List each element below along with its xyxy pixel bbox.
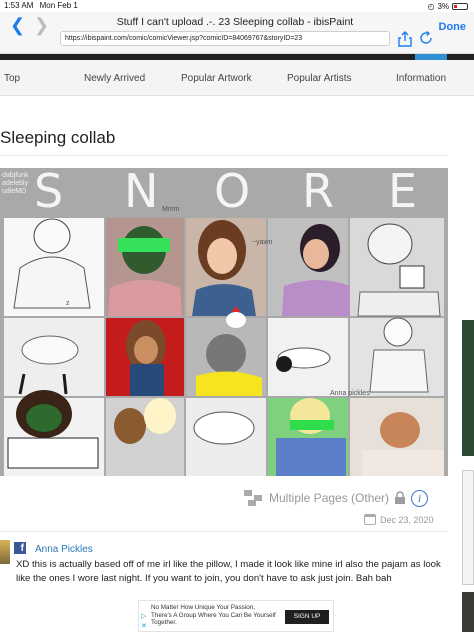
site-nav: Top Newly Arrived Popular Artwork Popula… xyxy=(0,60,474,96)
browser-toolbar: ❮ ❯ Stuff I can't upload .-. 23 Sleeping… xyxy=(0,12,474,54)
page-title: Stuff I can't upload .-. 23 Sleeping col… xyxy=(116,16,354,28)
nav-popular-artwork[interactable]: Popular Artwork xyxy=(181,73,252,84)
comment-text: XD this is actually based off of me irl … xyxy=(16,559,441,585)
divider xyxy=(0,155,448,156)
status-bar: 1:53 AM Mon Feb 1 ◴ 3% xyxy=(0,0,474,12)
nav-newly-arrived[interactable]: Newly Arrived xyxy=(84,73,145,84)
ad-text: No Matter How Unique Your Passion, There… xyxy=(151,604,276,626)
avatar[interactable] xyxy=(0,540,10,564)
ad-choices-icon[interactable]: ▷ xyxy=(141,612,146,620)
sidebar-peek xyxy=(462,320,474,456)
sidebar-peek-bottom xyxy=(462,592,474,632)
post-date: Dec 23, 2020 xyxy=(364,514,434,525)
info-icon[interactable]: i xyxy=(411,489,429,507)
pages-icon xyxy=(244,490,262,506)
url-field[interactable]: https://ibispaint.com/comic/comicViewer.… xyxy=(60,31,390,46)
ad-signup-button[interactable]: SIGN UP xyxy=(285,610,329,624)
back-icon[interactable]: ❮ xyxy=(10,15,25,36)
sidebar-peek-box xyxy=(462,470,474,585)
date-label: Dec 23, 2020 xyxy=(380,514,434,525)
battery-icon xyxy=(452,3,468,10)
share-icon[interactable] xyxy=(396,30,414,48)
lock-icon xyxy=(395,491,406,504)
artwork-note: ~yawn xyxy=(252,239,273,246)
battery-percent: 3% xyxy=(437,2,449,11)
divider xyxy=(0,531,448,532)
artwork-drawing xyxy=(4,218,444,476)
done-button[interactable]: Done xyxy=(439,21,467,33)
wifi-icon: ◴ xyxy=(427,2,435,11)
status-date: Mon Feb 1 xyxy=(39,1,78,10)
nav-popular-artists[interactable]: Popular Artists xyxy=(287,73,351,84)
pages-info: Multiple Pages (Other) i xyxy=(243,487,429,509)
forward-icon[interactable]: ❯ xyxy=(34,15,49,36)
nav-information[interactable]: Information xyxy=(396,73,446,84)
pages-label: Multiple Pages (Other) xyxy=(269,491,390,505)
artwork-image[interactable]: dabjfunk adelebly udleMD S N O R E Mmm ~… xyxy=(0,168,448,476)
artwork-note: Anna pickles xyxy=(330,390,370,397)
calendar-icon xyxy=(364,514,376,525)
ad-banner[interactable]: ▷ ✕ No Matter How Unique Your Passion, T… xyxy=(138,600,334,632)
artwork-note: Mmm xyxy=(162,206,180,213)
ad-close-icon[interactable]: ✕ xyxy=(141,622,147,630)
nav-top[interactable]: Top xyxy=(4,73,20,84)
article-title: Sleeping collab xyxy=(0,128,116,147)
status-time: 1:53 AM xyxy=(4,1,34,10)
artwork-note: z xyxy=(66,300,70,307)
facebook-icon: f xyxy=(14,542,26,554)
comment-author[interactable]: Anna Pickles xyxy=(35,544,93,555)
reload-icon[interactable] xyxy=(418,30,434,46)
